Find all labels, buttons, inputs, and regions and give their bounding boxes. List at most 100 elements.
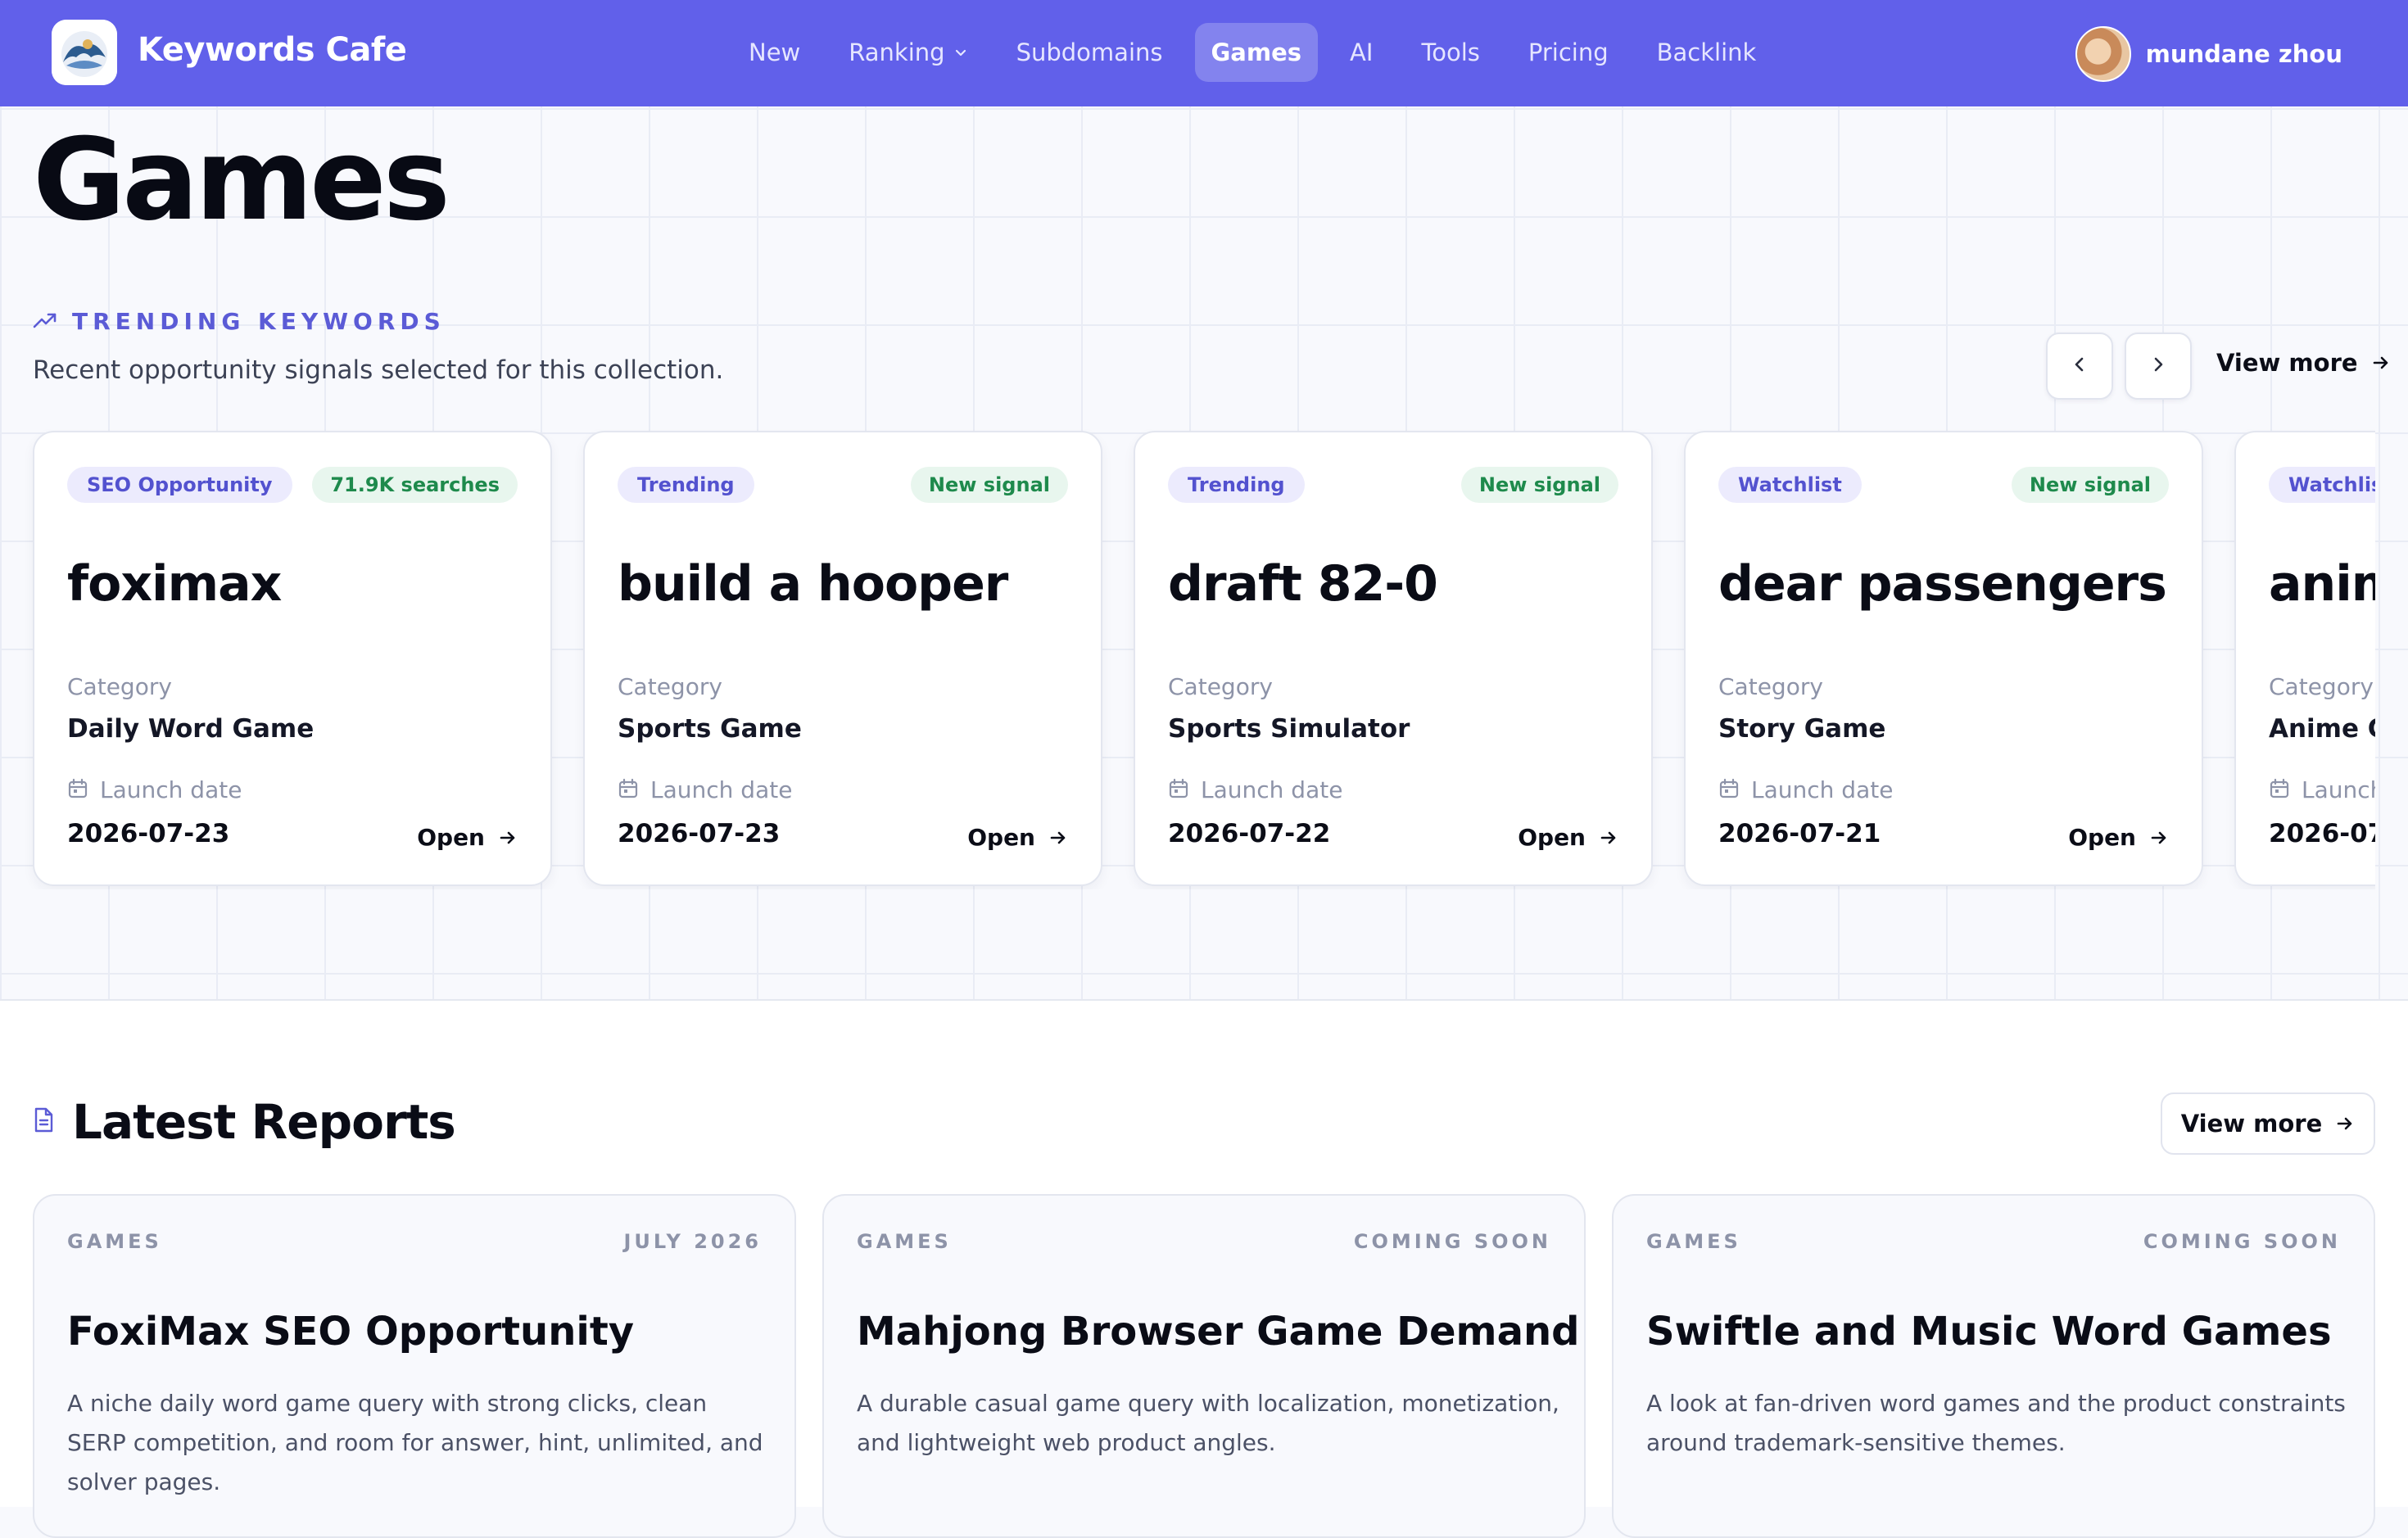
- card-launch-label: Launch date: [1201, 776, 1343, 803]
- card-badge-type: Watchlist: [2269, 467, 2375, 503]
- card-launch-date: 2026-07-23: [618, 819, 781, 848]
- card-badge-type: Trending: [618, 467, 754, 503]
- nav-link-label: AI: [1350, 38, 1374, 66]
- card-category-label: Category: [1168, 673, 1273, 700]
- reports-header: Latest Reports: [33, 1094, 456, 1150]
- card-badge-signal: 71.9K searches: [312, 467, 518, 503]
- report-card[interactable]: GAMES JULY 2026 FoxiMax SEO Opportunity …: [33, 1194, 796, 1538]
- carousel-next-button[interactable]: [2125, 332, 2192, 400]
- calendar-icon: [1168, 778, 1189, 803]
- keyword-card[interactable]: Trending New signal build a hooper Categ…: [583, 431, 1102, 886]
- nav-link-ranking[interactable]: Ranking: [832, 23, 984, 82]
- card-open-link[interactable]: Open: [1518, 824, 1618, 851]
- calendar-icon: [67, 778, 88, 803]
- nav-link-label: Ranking: [849, 38, 945, 66]
- arrow-right-icon: [1048, 828, 1068, 848]
- card-keyword[interactable]: dear passengers: [1718, 555, 2167, 613]
- card-badge-signal: New signal: [2011, 467, 2169, 503]
- report-date: JULY 2026: [623, 1230, 762, 1253]
- nav-link-pricing[interactable]: Pricing: [1512, 23, 1625, 82]
- nav-link-subdomains[interactable]: Subdomains: [1000, 23, 1179, 82]
- arrow-right-icon: [2371, 353, 2391, 373]
- card-open-link[interactable]: Open: [417, 824, 518, 851]
- card-badge-type: SEO Opportunity: [67, 467, 292, 503]
- brand-name[interactable]: Keywords Cafe: [138, 31, 407, 69]
- open-label: Open: [2068, 824, 2136, 851]
- carousel-prev-button[interactable]: [2046, 332, 2113, 400]
- report-title[interactable]: Mahjong Browser Game Demand: [857, 1309, 1580, 1355]
- user-name: mundane zhou: [2145, 40, 2342, 68]
- keyword-card[interactable]: Trending New signal draft 82-0 Category …: [1134, 431, 1653, 886]
- card-launch-label: Launch date: [1751, 776, 1894, 803]
- arrow-right-icon: [2149, 828, 2169, 848]
- report-category: GAMES: [857, 1230, 952, 1253]
- report-title[interactable]: FoxiMax SEO Opportunity: [67, 1309, 634, 1355]
- nav-link-backlink[interactable]: Backlink: [1641, 23, 1773, 82]
- avatar[interactable]: [2075, 26, 2131, 82]
- card-category-value: Story Game: [1718, 714, 1886, 744]
- card-category-value: Anime G: [2269, 714, 2375, 744]
- view-more-label: View more: [2180, 1110, 2323, 1138]
- report-date: COMING SOON: [2143, 1230, 2341, 1253]
- card-launch-label: Launch date: [650, 776, 793, 803]
- trending-up-icon: [33, 311, 57, 332]
- calendar-icon: [1718, 778, 1740, 803]
- nav-link-tools[interactable]: Tools: [1405, 23, 1496, 82]
- chevron-right-icon: [2148, 355, 2168, 378]
- trending-header: TRENDING KEYWORDS: [33, 308, 446, 335]
- card-keyword[interactable]: foximax: [67, 555, 282, 613]
- keyword-card[interactable]: Watchlist New signal dear passengers Cat…: [1684, 431, 2203, 886]
- card-launch-label: Launch date: [100, 776, 242, 803]
- card-launch-row: Launch date: [618, 776, 792, 803]
- trending-carousel[interactable]: SEO Opportunity 71.9K searches foximax C…: [0, 429, 2375, 889]
- card-category-label: Category: [2269, 673, 2374, 700]
- arrow-right-icon: [1599, 828, 1618, 848]
- card-keyword[interactable]: build a hooper: [618, 555, 1008, 613]
- card-launch-row: Launch date: [1168, 776, 1342, 803]
- card-category-value: Sports Game: [618, 714, 802, 744]
- brand-logo[interactable]: [52, 20, 117, 85]
- card-open-link[interactable]: Open: [2068, 824, 2169, 851]
- arrow-right-icon: [2335, 1114, 2355, 1133]
- trending-label: TRENDING KEYWORDS: [72, 308, 446, 335]
- page-title: Games: [33, 114, 450, 246]
- nav-link-label: Tools: [1421, 38, 1480, 66]
- card-launch-date: 2026-07-21: [1718, 819, 1881, 848]
- nav-link-ai[interactable]: AI: [1333, 23, 1389, 82]
- report-date: COMING SOON: [1353, 1230, 1551, 1253]
- card-badge-signal: New signal: [910, 467, 1068, 503]
- report-description: A look at fan-driven word games and the …: [1646, 1390, 2346, 1456]
- calendar-icon: [2269, 778, 2290, 803]
- report-card[interactable]: GAMES COMING SOON Swiftle and Music Word…: [1612, 1194, 2375, 1538]
- card-launch-date: 2026-07-22: [1168, 819, 1331, 848]
- calendar-icon: [618, 778, 639, 803]
- top-nav: Keywords Cafe New Ranking Subdomains Gam…: [0, 0, 2408, 106]
- card-keyword[interactable]: anim: [2269, 555, 2375, 613]
- chevron-down-icon: [953, 45, 968, 60]
- report-category: GAMES: [67, 1230, 162, 1253]
- open-label: Open: [417, 824, 485, 851]
- card-open-link[interactable]: Open: [967, 824, 1068, 851]
- nav-link-label: Pricing: [1528, 38, 1609, 66]
- report-card[interactable]: GAMES COMING SOON Mahjong Browser Game D…: [822, 1194, 1586, 1538]
- nav-link-new[interactable]: New: [732, 23, 817, 82]
- trending-view-more-link[interactable]: View more: [2216, 349, 2391, 377]
- nav-link-games[interactable]: Games: [1194, 23, 1319, 82]
- user-menu[interactable]: mundane zhou: [2075, 26, 2342, 82]
- keyword-card[interactable]: Watchlist anim Category Anime G Launch 2…: [2234, 431, 2375, 886]
- card-badge-type: Watchlist: [1718, 467, 1862, 503]
- reports-title: Latest Reports: [72, 1094, 456, 1150]
- chevron-left-icon: [2070, 355, 2089, 378]
- open-label: Open: [1518, 824, 1586, 851]
- arrow-right-icon: [498, 828, 518, 848]
- trending-subtitle: Recent opportunity signals selected for …: [33, 355, 724, 385]
- reports-view-more-button[interactable]: View more: [2161, 1092, 2375, 1155]
- nav-link-label: New: [749, 38, 801, 66]
- report-description: A niche daily word game query with stron…: [67, 1390, 763, 1495]
- card-launch-label: Launch: [2302, 776, 2375, 803]
- open-label: Open: [967, 824, 1035, 851]
- report-title[interactable]: Swiftle and Music Word Games: [1646, 1309, 2332, 1355]
- card-keyword[interactable]: draft 82-0: [1168, 555, 1438, 613]
- card-launch-row: Launch date: [1718, 776, 1893, 803]
- keyword-card[interactable]: SEO Opportunity 71.9K searches foximax C…: [33, 431, 552, 886]
